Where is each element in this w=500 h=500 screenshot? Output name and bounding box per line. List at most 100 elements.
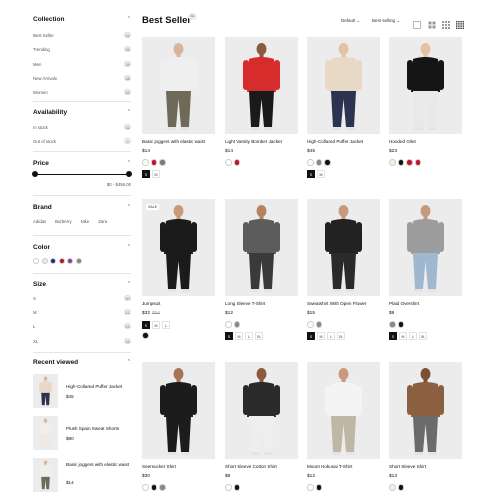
collection-filter-item[interactable]: Women 29 bbox=[33, 89, 131, 99]
product-name[interactable]: Light Varsity Bomber Jacket bbox=[225, 139, 298, 144]
color-swatch[interactable] bbox=[159, 484, 166, 491]
size-option[interactable]: S bbox=[307, 332, 315, 340]
color-swatch[interactable] bbox=[159, 159, 166, 166]
color-swatch[interactable] bbox=[414, 159, 421, 166]
color-swatch[interactable] bbox=[397, 159, 404, 166]
color-swatch[interactable] bbox=[397, 321, 404, 328]
color-swatch[interactable] bbox=[233, 321, 240, 328]
color-swatch[interactable] bbox=[142, 332, 149, 339]
collection-filter-item[interactable]: Best Seller 31 bbox=[33, 32, 131, 42]
product-name[interactable]: Short Sleeve Cotton Shirt bbox=[225, 464, 298, 469]
product-image[interactable] bbox=[389, 362, 462, 459]
product-name[interactable]: Jumpsuit bbox=[142, 301, 215, 306]
product-card[interactable]: Plaid Overshirt $9 S M L XL bbox=[389, 199, 462, 357]
recent-item-name[interactable]: High-Collared Puffer Jacket bbox=[66, 384, 131, 390]
size-header[interactable]: Size ⌃ bbox=[33, 281, 131, 293]
color-swatch[interactable] bbox=[41, 258, 48, 264]
product-name[interactable]: Sweatshirt With Open Flower bbox=[307, 301, 380, 306]
size-filter-item[interactable]: XL 15 bbox=[33, 337, 131, 348]
size-option[interactable]: L bbox=[327, 332, 335, 340]
sort-default-select[interactable]: Default ⌄ bbox=[341, 18, 360, 24]
color-swatch[interactable] bbox=[225, 321, 232, 328]
color-swatch[interactable] bbox=[33, 258, 39, 264]
view-grid-2-button[interactable] bbox=[428, 16, 436, 29]
color-swatch[interactable] bbox=[307, 484, 314, 491]
color-swatch[interactable] bbox=[389, 321, 396, 328]
color-swatch[interactable] bbox=[307, 321, 314, 328]
price-header[interactable]: Price ⌃ bbox=[33, 160, 131, 172]
color-swatch[interactable] bbox=[58, 258, 65, 264]
color-swatch[interactable] bbox=[225, 159, 232, 166]
brand-filter-item[interactable]: Nike bbox=[81, 219, 90, 224]
view-grid-3-button[interactable] bbox=[442, 16, 450, 29]
size-option[interactable]: S bbox=[142, 321, 150, 329]
size-option[interactable]: S bbox=[389, 332, 397, 340]
product-name[interactable]: Long Sleeve T-Shirt bbox=[225, 301, 298, 306]
color-swatch[interactable] bbox=[389, 159, 396, 166]
brand-filter-item[interactable]: Zara bbox=[98, 219, 107, 224]
product-card[interactable]: Short Sleeve Cotton Shirt $9 bbox=[225, 362, 298, 500]
product-card[interactable]: Seersucker Shirt $30 bbox=[142, 362, 215, 500]
product-name[interactable]: Short Sleeve Shirt bbox=[389, 464, 462, 469]
product-card[interactable]: Sweatshirt With Open Flower $15 S M L XL bbox=[307, 199, 380, 357]
view-list-button[interactable] bbox=[413, 16, 421, 29]
size-filter-item[interactable]: M 21 bbox=[33, 309, 131, 319]
chevron-up-icon[interactable]: ⌃ bbox=[127, 359, 131, 365]
color-swatch[interactable] bbox=[315, 159, 322, 166]
availability-filter-item[interactable]: Out of stock 0 bbox=[33, 138, 131, 148]
size-filter-item[interactable]: S 20 bbox=[33, 295, 131, 305]
color-swatch[interactable] bbox=[324, 159, 331, 166]
recent-viewed-item[interactable]: Basic joggers with elastic waist $14 bbox=[33, 458, 131, 494]
chevron-up-icon[interactable]: ⌃ bbox=[127, 160, 131, 166]
chevron-up-icon[interactable]: ⌃ bbox=[127, 204, 131, 210]
product-name[interactable]: Seersucker Shirt bbox=[142, 464, 215, 469]
recent-viewed-item[interactable]: High-Collared Puffer Jacket $45 bbox=[33, 374, 131, 410]
recent-item-name[interactable]: Basic joggers with elastic waist bbox=[66, 462, 131, 468]
collection-filter-item[interactable]: New Arrivals 28 bbox=[33, 74, 131, 85]
color-swatch[interactable] bbox=[233, 484, 240, 491]
product-name[interactable]: Plaid Overshirt bbox=[389, 301, 462, 306]
brand-header[interactable]: Brand ⌃ bbox=[33, 204, 131, 216]
color-swatch[interactable] bbox=[142, 484, 149, 491]
price-max-handle[interactable] bbox=[126, 171, 132, 177]
size-option[interactable]: L bbox=[409, 332, 417, 340]
product-card[interactable]: Long Sleeve T-Shirt $12 S M L XL bbox=[225, 199, 298, 357]
chevron-up-icon[interactable]: ⌃ bbox=[127, 109, 131, 115]
price-slider-track[interactable] bbox=[35, 174, 129, 176]
product-image[interactable] bbox=[225, 37, 298, 134]
size-option[interactable]: S bbox=[225, 332, 233, 340]
size-option[interactable]: XL bbox=[419, 332, 427, 340]
product-name[interactable]: High-Collared Puffer Jacket bbox=[307, 139, 380, 144]
product-image[interactable] bbox=[307, 37, 380, 134]
recent-viewed-item[interactable]: Plush Spain Sweat Shorts $90 bbox=[33, 416, 131, 452]
product-image[interactable] bbox=[225, 362, 298, 459]
availability-filter-item[interactable]: In stock 31 bbox=[33, 124, 131, 134]
color-swatch[interactable] bbox=[75, 258, 82, 264]
product-image[interactable] bbox=[142, 37, 215, 134]
product-image[interactable]: SALE bbox=[142, 199, 215, 296]
color-swatch[interactable] bbox=[225, 484, 232, 491]
product-image[interactable] bbox=[389, 37, 462, 134]
color-swatch[interactable] bbox=[233, 159, 240, 166]
product-name[interactable]: Hooded Gilet bbox=[389, 139, 462, 144]
product-card[interactable]: Basic joggers with elastic waist $14 S M bbox=[142, 37, 215, 195]
recent-item-name[interactable]: Plush Spain Sweat Shorts bbox=[66, 426, 131, 432]
color-swatch[interactable] bbox=[315, 484, 322, 491]
product-card[interactable]: Short Sleeve Shirt $13 bbox=[389, 362, 462, 500]
color-header[interactable]: Color ⌃ bbox=[33, 244, 131, 256]
product-card[interactable]: High-Collared Puffer Jacket $45 S M bbox=[307, 37, 380, 195]
size-option[interactable]: M bbox=[399, 332, 407, 340]
color-swatch[interactable] bbox=[406, 159, 413, 166]
size-option[interactable]: S bbox=[142, 170, 150, 178]
collection-filter-item[interactable]: Trending 29 bbox=[33, 46, 131, 56]
price-min-handle[interactable] bbox=[32, 171, 38, 177]
size-option[interactable]: M bbox=[317, 170, 325, 178]
product-image[interactable] bbox=[389, 199, 462, 296]
brand-filter-item[interactable]: Burberry bbox=[55, 219, 71, 224]
size-option[interactable]: M bbox=[152, 321, 160, 329]
availability-header[interactable]: Availability ⌃ bbox=[33, 109, 131, 121]
color-swatch[interactable] bbox=[150, 159, 157, 166]
color-swatch[interactable] bbox=[150, 484, 157, 491]
chevron-up-icon[interactable]: ⌃ bbox=[127, 16, 131, 22]
color-swatch[interactable] bbox=[307, 159, 314, 166]
